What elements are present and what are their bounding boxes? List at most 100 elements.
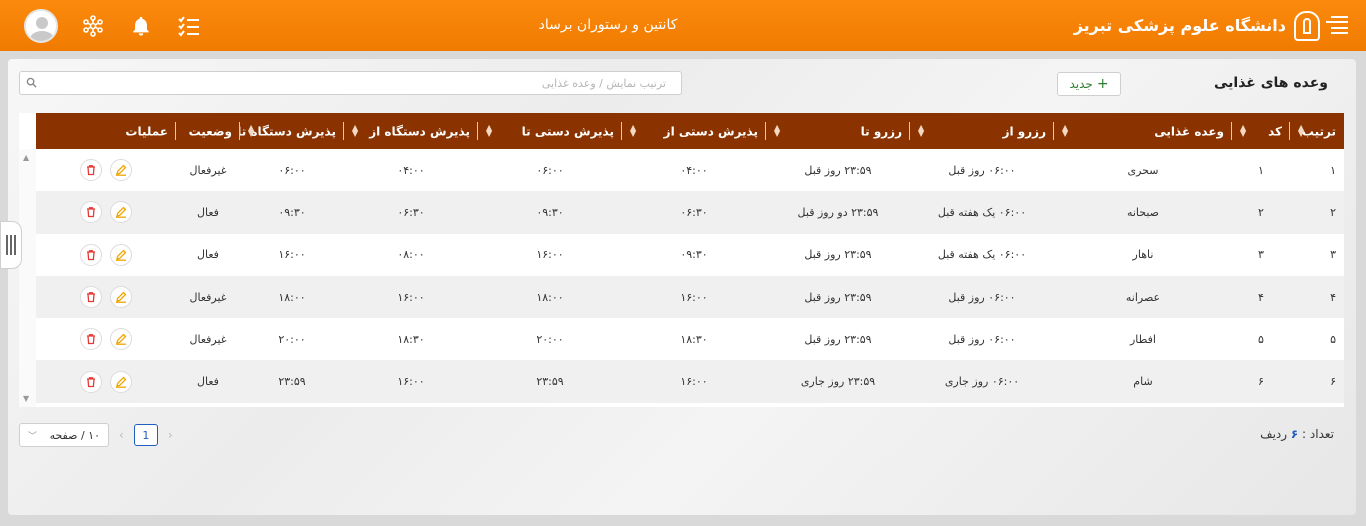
edit-icon[interactable] — [110, 243, 132, 266]
delete-icon[interactable] — [80, 243, 102, 266]
col-order[interactable]: ترتیب ▲ ▼ — [1290, 113, 1344, 149]
row-count: تعداد : ۶ ردیف — [1260, 427, 1334, 441]
plus-icon: + — [1096, 76, 1109, 92]
edit-icon[interactable] — [110, 328, 132, 351]
cell-status: فعال — [197, 248, 219, 262]
cell-reserve-from: ۰۶:۰۰ روز قبل — [948, 332, 1016, 346]
table-header-row: ترتیب ▲ ▼ کد ▲ ▼ وعده غذایی ▲ ▼ رزرو از ▲ ▼ رزرو… — [36, 113, 1344, 149]
cell-meal: صبحانه — [1054, 191, 1232, 234]
sort-icon[interactable]: ▲ ▼ — [352, 124, 358, 138]
avatar-icon[interactable] — [24, 9, 58, 43]
sort-icon[interactable]: ▲ ▼ — [630, 124, 636, 138]
next-page-icon[interactable]: › — [168, 428, 173, 442]
cell-status: غیرفعال — [189, 332, 227, 346]
table-row[interactable]: ۳ ۳ ناهار ۰۶:۰۰ یک هفته قبل ۲۳:۵۹ روز قب… — [36, 234, 1344, 276]
cell-code: ۶ — [1232, 360, 1290, 403]
cell-reserve-to: ۲۳:۵۹ دو روز قبل — [766, 191, 910, 234]
table-row[interactable]: ۲ ۲ صبحانه ۰۶:۰۰ یک هفته قبل ۲۳:۵۹ دو رو… — [36, 191, 1344, 234]
cell-code: ۵ — [1258, 332, 1264, 346]
col-manual-to[interactable]: پذیرش دستی تا ▲ ▼ — [478, 113, 622, 149]
col-device-from[interactable]: پذیرش دستگاه از ▲ ▼ — [344, 113, 478, 149]
col-reserve-from[interactable]: رزرو از ▲ ▼ — [910, 113, 1054, 149]
university-logo-icon — [1294, 10, 1320, 41]
col-status[interactable]: وضعیت — [176, 113, 240, 149]
menu-icon[interactable] — [1326, 14, 1348, 36]
sort-icon[interactable]: ▲ ▼ — [248, 124, 254, 138]
row-count-value: ۶ — [1290, 427, 1299, 441]
table-row[interactable]: ۵ ۵ افطار ۰۶:۰۰ روز قبل ۲۳:۵۹ روز قبل ۱۸… — [36, 318, 1344, 360]
cell-code: ۱ — [1258, 163, 1264, 177]
checklist-icon[interactable] — [176, 13, 202, 39]
col-manual-from[interactable]: پذیرش دستی از ▲ ▼ — [622, 113, 766, 149]
col-meal[interactable]: وعده غذایی ▲ ▼ — [1054, 113, 1232, 149]
sort-icon[interactable]: ▲ ▼ — [486, 124, 492, 138]
cell-device-from: ۱۶:۰۰ — [344, 275, 478, 319]
cell-status: غیرفعال — [176, 275, 240, 319]
page-size-value: ۱۰ / صفحه — [49, 428, 100, 442]
table-row[interactable]: ۶ ۶ شام ۰۶:۰۰ روز جاری ۲۳:۵۹ روز جاری ۱۶… — [36, 360, 1344, 403]
sort-icon[interactable]: ▲ ▼ — [918, 124, 924, 138]
pagination: ۱۰ / صفحه ﹀ ‹ 1 › — [19, 423, 173, 447]
delete-icon[interactable] — [80, 159, 102, 182]
cell-device-to: ۱۸:۰۰ — [240, 275, 344, 319]
content-panel: وعده های غذایی + جدید ▲ ▼ ترتیب▲▼ کد▲▼ و… — [8, 59, 1356, 515]
scroll-down-icon[interactable]: ▼ — [23, 394, 29, 403]
vertical-scrollbar[interactable]: ▲ ▼ — [19, 149, 36, 407]
cell-reserve-to: ۲۳:۵۹ روز جاری — [766, 360, 910, 403]
cell-reserve-to: ۲۳:۵۹ روز قبل — [804, 163, 872, 177]
row-count-unit: ردیف — [1260, 427, 1288, 441]
page-size-select[interactable]: ۱۰ / صفحه ﹀ — [19, 423, 109, 447]
delete-icon[interactable] — [80, 370, 102, 393]
cell-reserve-to: ۲۳:۵۹ روز قبل — [804, 332, 872, 346]
molecule-icon[interactable] — [80, 13, 106, 39]
delete-icon[interactable] — [80, 201, 102, 224]
sort-icon[interactable]: ▲ ▼ — [1240, 124, 1246, 138]
cell-manual-from: ۰۶:۳۰ — [622, 191, 766, 234]
cell-device-to: ۱۶:۰۰ — [278, 248, 306, 262]
cell-order: ۲ — [1290, 191, 1344, 234]
cell-operations — [36, 275, 176, 319]
sidebar-toggle-handle[interactable] — [0, 221, 22, 269]
cell-order: ۱ — [1330, 163, 1336, 177]
sort-icon[interactable]: ▲ ▼ — [1062, 124, 1068, 138]
cell-reserve-from: ۰۶:۰۰ روز قبل — [910, 275, 1054, 319]
col-device-to[interactable]: پذیرش دستگاه تا ▲ ▼ — [237, 113, 344, 149]
table-row[interactable]: ۱ ۱ سحری ۰۶:۰۰ روز قبل ۲۳:۵۹ روز قبل ۰۴:… — [36, 149, 1344, 191]
cell-status: فعال — [176, 191, 240, 234]
scroll-up-icon[interactable]: ▲ — [23, 153, 29, 162]
edit-icon[interactable] — [110, 159, 132, 182]
cell-reserve-from: ۰۶:۰۰ روز جاری — [910, 360, 1054, 403]
cell-reserve-from: ۰۶:۰۰ روز قبل — [948, 163, 1016, 177]
search-icon[interactable] — [26, 77, 37, 91]
cell-device-to: ۲۰:۰۰ — [278, 332, 306, 346]
sort-icon[interactable]: ▲ ▼ — [774, 124, 780, 138]
delete-icon[interactable] — [80, 328, 102, 351]
search-box — [19, 71, 682, 95]
new-button[interactable]: + جدید — [1057, 72, 1121, 96]
search-input[interactable] — [44, 72, 674, 94]
row-count-label: تعداد : — [1302, 427, 1334, 441]
delete-icon[interactable] — [80, 286, 102, 309]
cell-manual-to: ۲۰:۰۰ — [536, 332, 564, 346]
cell-device-to: ۲۳:۵۹ — [240, 360, 344, 403]
edit-icon[interactable] — [110, 201, 132, 224]
cell-order: ۶ — [1290, 360, 1344, 403]
cell-manual-to: ۰۶:۰۰ — [536, 163, 564, 177]
cell-operations — [36, 234, 176, 276]
edit-icon[interactable] — [110, 286, 132, 309]
cell-meal: سحری — [1127, 163, 1159, 177]
cell-manual-from: ۰۹:۳۰ — [680, 248, 708, 262]
table-row[interactable]: ۴ ۴ عصرانه ۰۶:۰۰ روز قبل ۲۳:۵۹ روز قبل ۱… — [36, 275, 1344, 319]
cell-order: ۵ — [1330, 332, 1336, 346]
edit-icon[interactable] — [110, 370, 132, 393]
page-number[interactable]: 1 — [133, 424, 158, 446]
bell-icon[interactable] — [128, 13, 154, 39]
chevron-down-icon: ﹀ — [28, 431, 38, 442]
prev-page-icon[interactable]: ‹ — [119, 428, 124, 442]
cell-meal: شام — [1054, 360, 1232, 403]
col-code[interactable]: کد ▲ ▼ — [1232, 113, 1290, 149]
cell-status: فعال — [176, 360, 240, 403]
col-reserve-to[interactable]: رزرو تا ▲ ▼ — [766, 113, 910, 149]
col-operations: عملیات — [36, 113, 176, 149]
sort-icon[interactable]: ▲ ▼ — [1298, 124, 1304, 138]
